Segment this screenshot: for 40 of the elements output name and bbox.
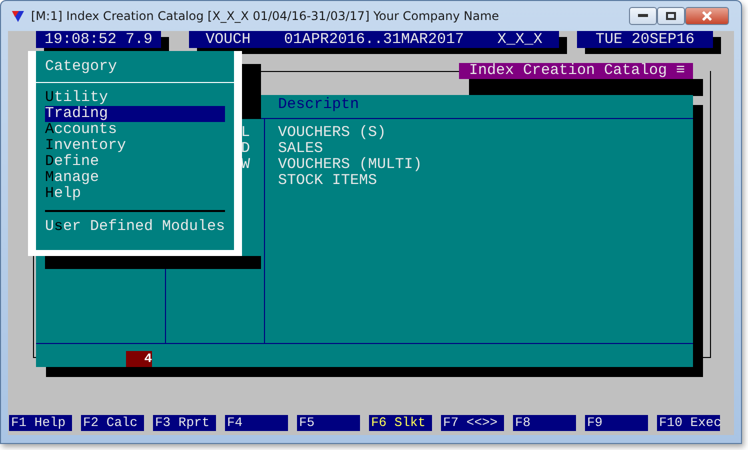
menu-item[interactable]: Trading (45, 106, 225, 122)
close-icon (701, 11, 713, 21)
function-key[interactable]: F1 Help (9, 415, 72, 431)
menu-item[interactable]: User Defined Modules (45, 219, 225, 235)
table-cell-text: D (240, 141, 251, 157)
table-cell-text: SALES (278, 141, 324, 157)
status-text: TUE 20SEP16 (595, 31, 695, 48)
table-cell-text: STOCK ITEMS (278, 173, 378, 189)
close-button[interactable] (685, 7, 729, 25)
function-key[interactable]: F9 (585, 415, 648, 431)
menu-item[interactable]: Manage (45, 170, 225, 186)
menu-item[interactable]: Help (45, 186, 225, 202)
status-text: X_X_X (497, 31, 542, 48)
minimize-icon (638, 14, 648, 18)
table-cell-text: VOUCHERS (MULTI) (278, 157, 424, 173)
menu-item[interactable]: Inventory (45, 138, 225, 154)
column-header: Descriptn (277, 95, 360, 115)
menu-item[interactable]: Define (45, 154, 225, 170)
catalog-title: Index Creation Catalog ≡ (459, 63, 693, 79)
popup-title: Category (45, 57, 118, 77)
function-key[interactable]: F2 Calc (81, 415, 144, 431)
function-key[interactable]: F4 (225, 415, 288, 431)
maximize-button[interactable] (657, 7, 685, 25)
function-key[interactable]: F8 (513, 415, 576, 431)
menu-item[interactable]: Accounts (45, 122, 225, 138)
table-cell-text: L (240, 125, 251, 141)
function-key[interactable]: F3 Rprt (153, 415, 216, 431)
app-icon (11, 9, 25, 23)
menu-item[interactable]: Utility (45, 90, 225, 106)
function-key[interactable]: F5 (297, 415, 360, 431)
window-title: [M:1] Index Creation Catalog [X_X_X 01/04/16-31/03/17] Your Company Name (31, 9, 500, 23)
function-key[interactable]: F6 Slkt (369, 415, 432, 431)
maximize-icon (666, 12, 676, 20)
status-text: 01APR2016..31MAR2017 (284, 31, 464, 48)
function-key[interactable]: F7 <<>> (441, 415, 504, 431)
minimize-button[interactable] (629, 7, 657, 25)
status-text: 19:08:52 7.9 (44, 31, 153, 48)
status-text: VOUCH (206, 31, 251, 48)
count-badge: 4 (126, 351, 152, 367)
table-cell-text: VOUCHERS (S) (278, 125, 388, 141)
